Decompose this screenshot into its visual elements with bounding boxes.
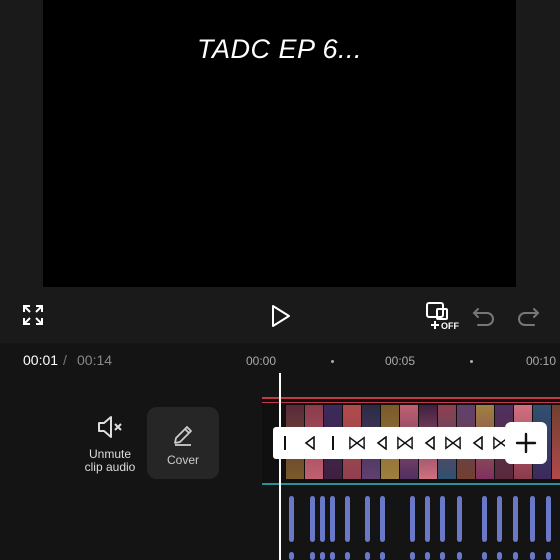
transition-icon[interactable] (445, 435, 461, 451)
speaker-muted-icon (98, 416, 122, 438)
keyframe-toggle-button[interactable]: OFF (423, 299, 461, 333)
cover-button[interactable]: Cover (147, 407, 219, 479)
undo-icon (472, 308, 494, 326)
audio-waveform-bar (497, 552, 502, 560)
audio-waveform-bar (410, 552, 415, 560)
audio-waveform-bar (425, 552, 430, 560)
transition-icon[interactable] (373, 435, 389, 451)
pencil-icon (174, 426, 192, 446)
unmute-label-line2: clip audio (84, 460, 136, 474)
audio-waveform-bar (365, 552, 370, 560)
transition-icon[interactable] (421, 435, 437, 451)
fullscreen-button[interactable] (18, 300, 48, 330)
transition-icon[interactable] (325, 435, 341, 451)
ruler-tick-label: 00:10 (526, 354, 557, 368)
cover-label: Cover (166, 453, 199, 467)
transition-strip (273, 427, 513, 459)
play-icon (272, 305, 290, 327)
audio-waveform-bar (330, 496, 335, 542)
redo-button[interactable] (514, 302, 542, 330)
audio-waveform-bar (482, 552, 487, 560)
audio-waveform-bar (530, 496, 535, 542)
audio-waveform-bar (310, 552, 315, 560)
transition-icon[interactable] (349, 435, 365, 451)
audio-waveform-bar (330, 552, 335, 560)
audio-waveform-bar (345, 496, 350, 542)
audio-waveform-bar (289, 552, 294, 560)
play-button[interactable] (264, 300, 296, 332)
audio-waveform-bar (457, 552, 462, 560)
audio-waveform-bar (380, 496, 385, 542)
audio-waveform-bar (440, 496, 445, 542)
audio-waveform-bar (457, 496, 462, 542)
transition-icon[interactable] (469, 435, 485, 451)
audio-waveform-bar (497, 496, 502, 542)
add-clip-button[interactable] (505, 422, 547, 464)
ruler-dot (470, 360, 473, 363)
time-separator: / (63, 352, 67, 368)
unmute-clip-audio-button[interactable]: Unmute clip audio (78, 414, 142, 474)
audio-waveform-bar (440, 552, 445, 560)
clip-top-border (262, 397, 560, 399)
audio-waveform-bar (320, 496, 325, 542)
ruler-tick-label: 00:05 (385, 354, 416, 368)
audio-waveform-bar (513, 552, 518, 560)
audio-waveform-bar (410, 496, 415, 542)
audio-waveform-bar (365, 496, 370, 542)
clip-thumbnail (552, 405, 560, 479)
audio-waveform-bar (513, 496, 518, 542)
audio-waveform-bar (380, 552, 385, 560)
total-time: 00:14 (77, 352, 113, 368)
audio-waveform-bar (530, 552, 535, 560)
audio-waveform-bar (320, 552, 325, 560)
playhead[interactable] (279, 373, 281, 560)
transition-icon[interactable] (301, 435, 317, 451)
fullscreen-expand-icon (23, 305, 43, 325)
redo-icon (518, 308, 540, 326)
audio-waveform-bar (310, 496, 315, 542)
audio-waveform-bar (546, 496, 551, 542)
transition-icon[interactable] (397, 435, 413, 451)
video-caption-text: TADC EP 6... (196, 34, 363, 64)
keyframe-off-badge: OFF (441, 321, 459, 331)
current-time: 00:01 (23, 352, 59, 368)
clip-top-border-inner (262, 402, 560, 403)
undo-button[interactable] (470, 302, 498, 330)
ruler-dot (331, 360, 334, 363)
ruler-tick-label: 00:00 (246, 354, 277, 368)
audio-waveform-bar (482, 496, 487, 542)
clip-bottom-border (262, 483, 560, 485)
audio-waveform-bar (289, 496, 294, 542)
audio-waveform-bar (345, 552, 350, 560)
audio-waveform-bar (546, 552, 551, 560)
plus-icon (515, 432, 537, 454)
audio-waveform-bar (425, 496, 430, 542)
video-preview[interactable]: TADC EP 6... (43, 0, 516, 287)
